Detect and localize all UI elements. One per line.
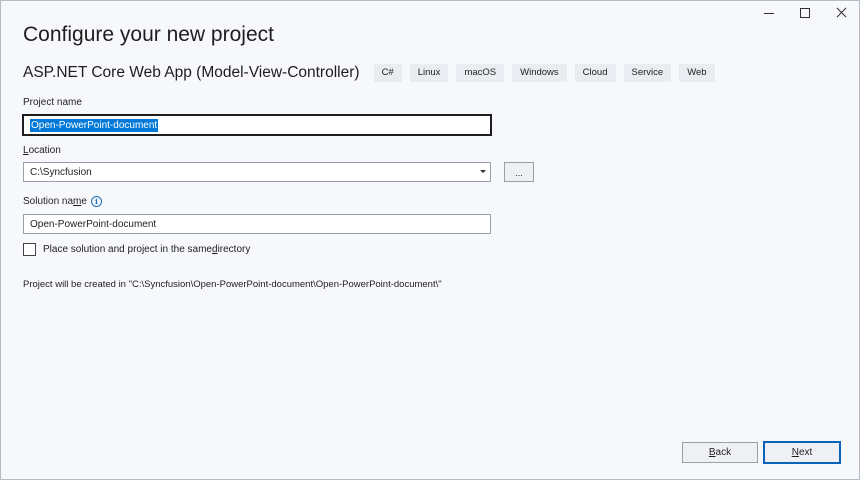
next-button-label: ext [798,447,813,458]
project-name-value: Open-PowerPoint-document [30,118,159,132]
solution-name-label-end: e [81,196,87,207]
tag-cloud: Cloud [574,64,616,82]
solution-name-input[interactable]: Open-PowerPoint-document [23,214,491,234]
project-location-summary: Project will be created in "C:\Syncfusio… [23,279,442,290]
project-name-label-text: Project name [23,97,82,108]
template-header: ASP.NET Core Web App (Model-View-Control… [23,64,715,82]
browse-button[interactable]: ... [504,162,534,182]
page-title: Configure your new project [23,23,274,46]
minimize-icon [764,13,774,14]
same-directory-label-start: Place solution and project in the same [43,244,212,255]
location-combobox[interactable]: C:\Syncfusion [23,162,491,182]
same-directory-checkbox[interactable] [23,243,36,256]
maximize-icon [800,8,810,18]
close-icon [836,7,847,18]
project-name-label: Project name [23,97,82,108]
tag-web: Web [679,64,715,82]
same-directory-label-end: irectory [217,244,251,255]
solution-name-label-accesskey: m [73,196,82,207]
template-tags: C# Linux macOS Windows Cloud Service Web [373,64,715,82]
solution-name-label: Solution na m e i [23,196,102,207]
next-button[interactable]: Next [763,441,841,464]
tag-windows: Windows [512,64,567,82]
location-label-text: ocation [28,145,61,156]
template-name: ASP.NET Core Web App (Model-View-Control… [23,64,360,81]
window-controls [751,1,859,27]
back-button-accesskey: B [708,447,716,458]
dialog-window: Configure your new project ASP.NET Core … [0,0,860,480]
location-value: C:\Syncfusion [30,166,92,178]
tag-service: Service [623,64,672,82]
tag-macos: macOS [456,64,505,82]
same-directory-option[interactable]: Place solution and project in the same d… [23,243,250,256]
tag-linux: Linux [409,64,449,82]
maximize-button[interactable] [787,1,823,27]
chevron-down-icon[interactable] [480,170,486,173]
solution-name-value: Open-PowerPoint-document [30,218,157,230]
back-button[interactable]: Back [682,442,758,463]
project-name-input[interactable]: Open-PowerPoint-document [22,114,492,136]
info-icon[interactable]: i [90,196,102,207]
location-label: Location [23,145,61,156]
close-button[interactable] [823,1,859,27]
minimize-button[interactable] [751,1,787,27]
tag-csharp: C# [373,64,402,82]
next-button-accesskey: N [791,447,799,458]
solution-name-label-start: Solution na [23,196,74,207]
back-button-label: ack [715,447,732,458]
